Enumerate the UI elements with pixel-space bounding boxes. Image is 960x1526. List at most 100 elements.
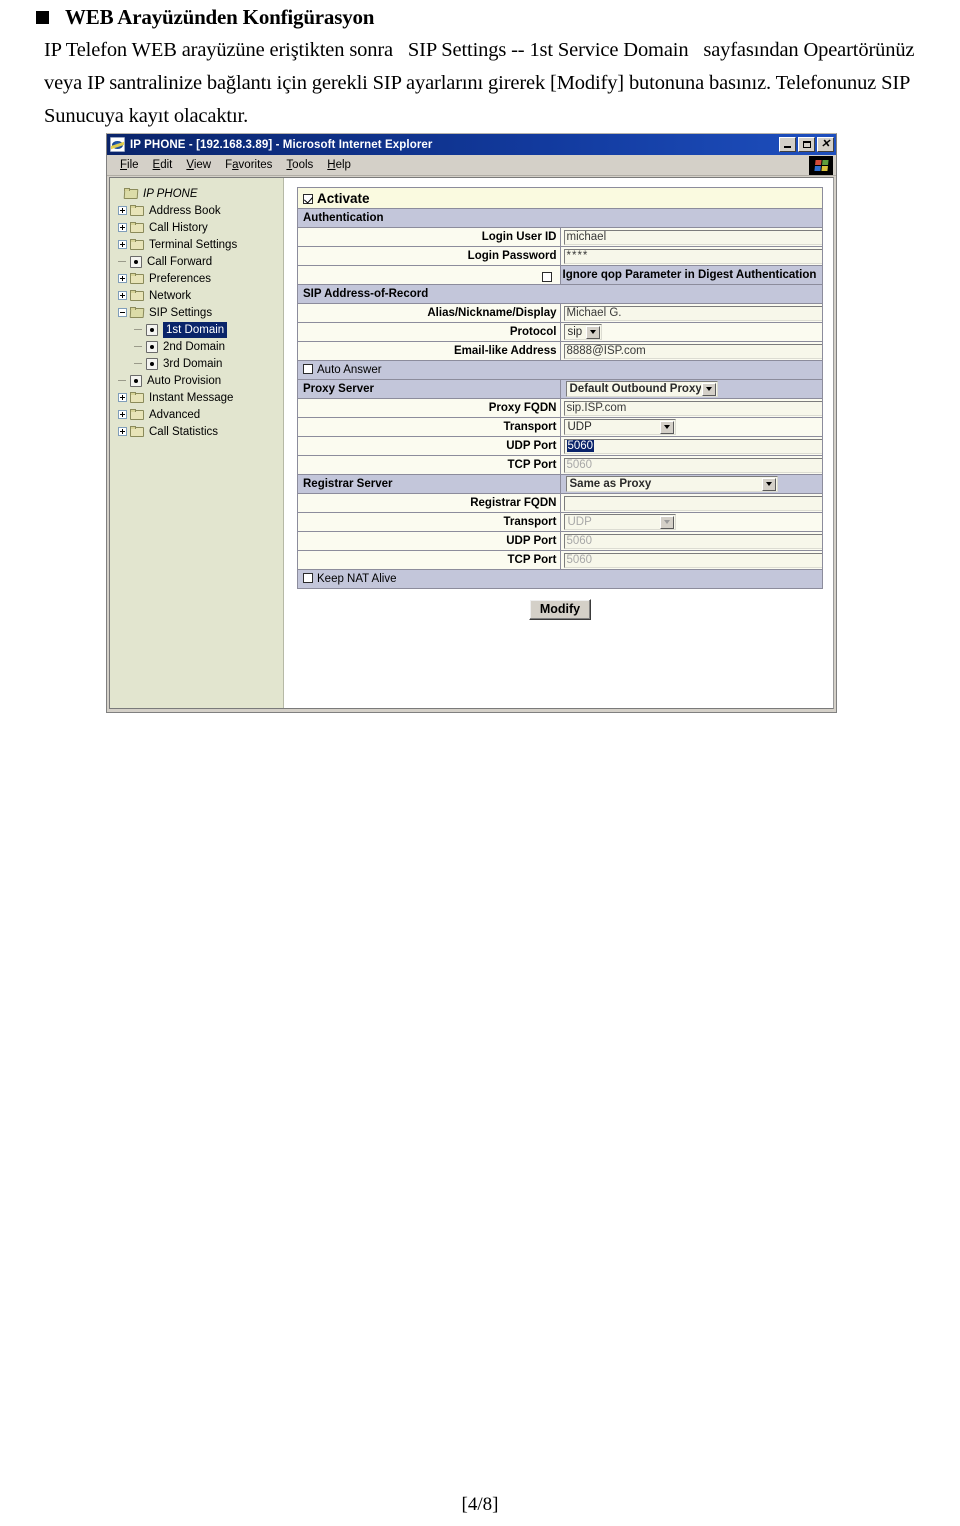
tree-item-auto-provision[interactable]: Auto Provision [116,372,283,389]
proxy-fqdn-cell: sip.ISP.com [559,398,823,418]
tree-item-terminal-settings[interactable]: Terminal Settings [116,236,283,253]
tree-item-label: Network [149,289,192,302]
tree-item-address-book[interactable]: Address Book [116,202,283,219]
activate-cell[interactable]: Activate [297,187,823,209]
registrar-fqdn-input[interactable] [563,495,822,511]
tree-item-preferences[interactable]: Preferences [116,270,283,287]
folder-icon [130,290,144,301]
proxy-mode-select[interactable]: Default Outbound Proxy [565,381,718,397]
activate-row[interactable]: Activate [297,187,823,209]
keep-nat-alive-cell[interactable]: Keep NAT Alive [297,569,823,589]
modify-button[interactable]: Modify [528,599,592,620]
menu-item-edit[interactable]: Edit [146,158,180,173]
registrar-tcp-port-label: TCP Port [297,550,561,570]
proxy-transport-select[interactable]: UDP [563,419,676,435]
proxy-tcp-port-input: 5060 [563,457,822,473]
proxy-udp-port-input[interactable]: 5060 [563,438,822,454]
expand-plus-icon[interactable] [118,427,127,436]
tree-item-2nd-domain[interactable]: 2nd Domain [116,338,283,355]
tree-item-3rd-domain[interactable]: 3rd Domain [116,355,283,372]
tree-item-sip-settings[interactable]: SIP Settings [116,304,283,321]
auto-answer-label: Auto Answer [317,364,382,376]
bullet-square-icon [36,11,49,24]
email-like-input[interactable]: 8888@ISP.com [563,343,822,359]
tree-item-label: Auto Provision [147,374,222,387]
proxy-udp-port-value: 5060 [566,439,595,452]
expand-plus-icon[interactable] [118,223,127,232]
alias-label: Alias/Nickname/Display [297,303,561,323]
menu-item-view[interactable]: View [179,158,218,173]
tree-item-call-statistics[interactable]: Call Statistics [116,423,283,440]
maximize-icon [802,141,811,148]
chevron-down-icon[interactable] [585,325,600,339]
expand-plus-icon[interactable] [118,291,127,300]
menu-item-file[interactable]: File [113,158,146,173]
chevron-down-icon[interactable] [659,420,674,434]
menu-item-help[interactable]: Help [320,158,358,173]
tree-item-label: Call History [149,221,208,234]
collapse-minus-icon[interactable] [118,308,127,317]
proxy-fqdn-input[interactable]: sip.ISP.com [563,400,822,416]
row-proxy-tcp-port: TCP Port 5060 [297,455,823,475]
login-user-id-input[interactable]: michael [563,229,822,245]
row-login-user-id: Login User ID michael [297,227,823,247]
expand-plus-icon[interactable] [118,206,127,215]
tree-item-call-forward[interactable]: Call Forward [116,253,283,270]
menu-item-favorites[interactable]: Favorites [218,158,279,173]
tree-connector-icon [134,359,143,368]
expand-plus-icon[interactable] [118,393,127,402]
browser-titlebar: IP PHONE - [192.168.3.89] - Microsoft In… [107,134,836,155]
browser-menubar: File Edit View Favorites Tools Help [107,155,836,176]
row-keep-nat-alive[interactable]: Keep NAT Alive [297,569,823,589]
navigation-tree[interactable]: IP PHONE Address Book Call History Termi… [110,178,284,708]
proxy-tcp-port-label: TCP Port [297,455,561,475]
login-password-input[interactable]: **** [563,248,822,264]
page-body: IP PHONE Address Book Call History Termi… [109,177,834,709]
page-icon [146,340,158,353]
alias-input[interactable]: Michael G. [563,305,822,321]
registrar-tcp-port-cell: 5060 [559,550,823,570]
tree-item-instant-message[interactable]: Instant Message [116,389,283,406]
registrar-mode-select[interactable]: Same as Proxy [565,476,778,492]
section-authentication: Authentication [297,208,823,228]
registrar-mode-value: Same as Proxy [569,477,652,490]
chevron-down-icon[interactable] [701,382,716,396]
tree-connector-icon [118,257,127,266]
registrar-transport-value: UDP [567,515,592,528]
registrar-mode-cell: Same as Proxy [559,474,823,494]
registrar-udp-port-label: UDP Port [297,531,561,551]
row-auto-answer[interactable]: Auto Answer [297,360,823,380]
expand-plus-icon[interactable] [118,274,127,283]
activate-checkbox[interactable] [303,193,313,204]
menu-item-tools[interactable]: Tools [279,158,320,173]
row-alias: Alias/Nickname/Display Michael G. [297,303,823,323]
tree-item-ip-phone[interactable]: IP PHONE [116,185,283,202]
tree-item-network[interactable]: Network [116,287,283,304]
maximize-button[interactable] [798,137,815,152]
tree-item-call-history[interactable]: Call History [116,219,283,236]
ignore-qop-checkbox-cell[interactable] [297,265,561,285]
auto-answer-checkbox[interactable] [303,364,313,374]
protocol-select[interactable]: sip [563,324,602,340]
chevron-down-icon[interactable] [761,477,776,491]
row-email-like-address: Email-like Address 8888@ISP.com [297,341,823,361]
alias-cell: Michael G. [559,303,823,323]
tree-connector-icon [118,376,127,385]
keep-nat-alive-checkbox[interactable] [303,573,313,583]
expand-plus-icon[interactable] [118,410,127,419]
expand-plus-icon[interactable] [118,240,127,249]
row-login-password: Login Password **** [297,246,823,266]
registrar-fqdn-label: Registrar FQDN [297,493,561,513]
registrar-transport-cell: UDP [559,512,823,532]
tree-item-label: IP PHONE [143,187,198,200]
ignore-qop-checkbox[interactable] [541,271,552,282]
tree-item-advanced[interactable]: Advanced [116,406,283,423]
section-proxy-server: Proxy Server Default Outbound Proxy [297,379,823,399]
auto-answer-cell[interactable]: Auto Answer [297,360,823,380]
close-button[interactable]: ✕ [817,137,834,152]
activate-label: Activate [317,190,370,206]
tree-item-1st-domain[interactable]: 1st Domain [116,321,283,338]
folder-icon [130,205,144,216]
section-sip-address-of-record: SIP Address-of-Record [297,284,823,304]
minimize-button[interactable] [779,137,796,152]
